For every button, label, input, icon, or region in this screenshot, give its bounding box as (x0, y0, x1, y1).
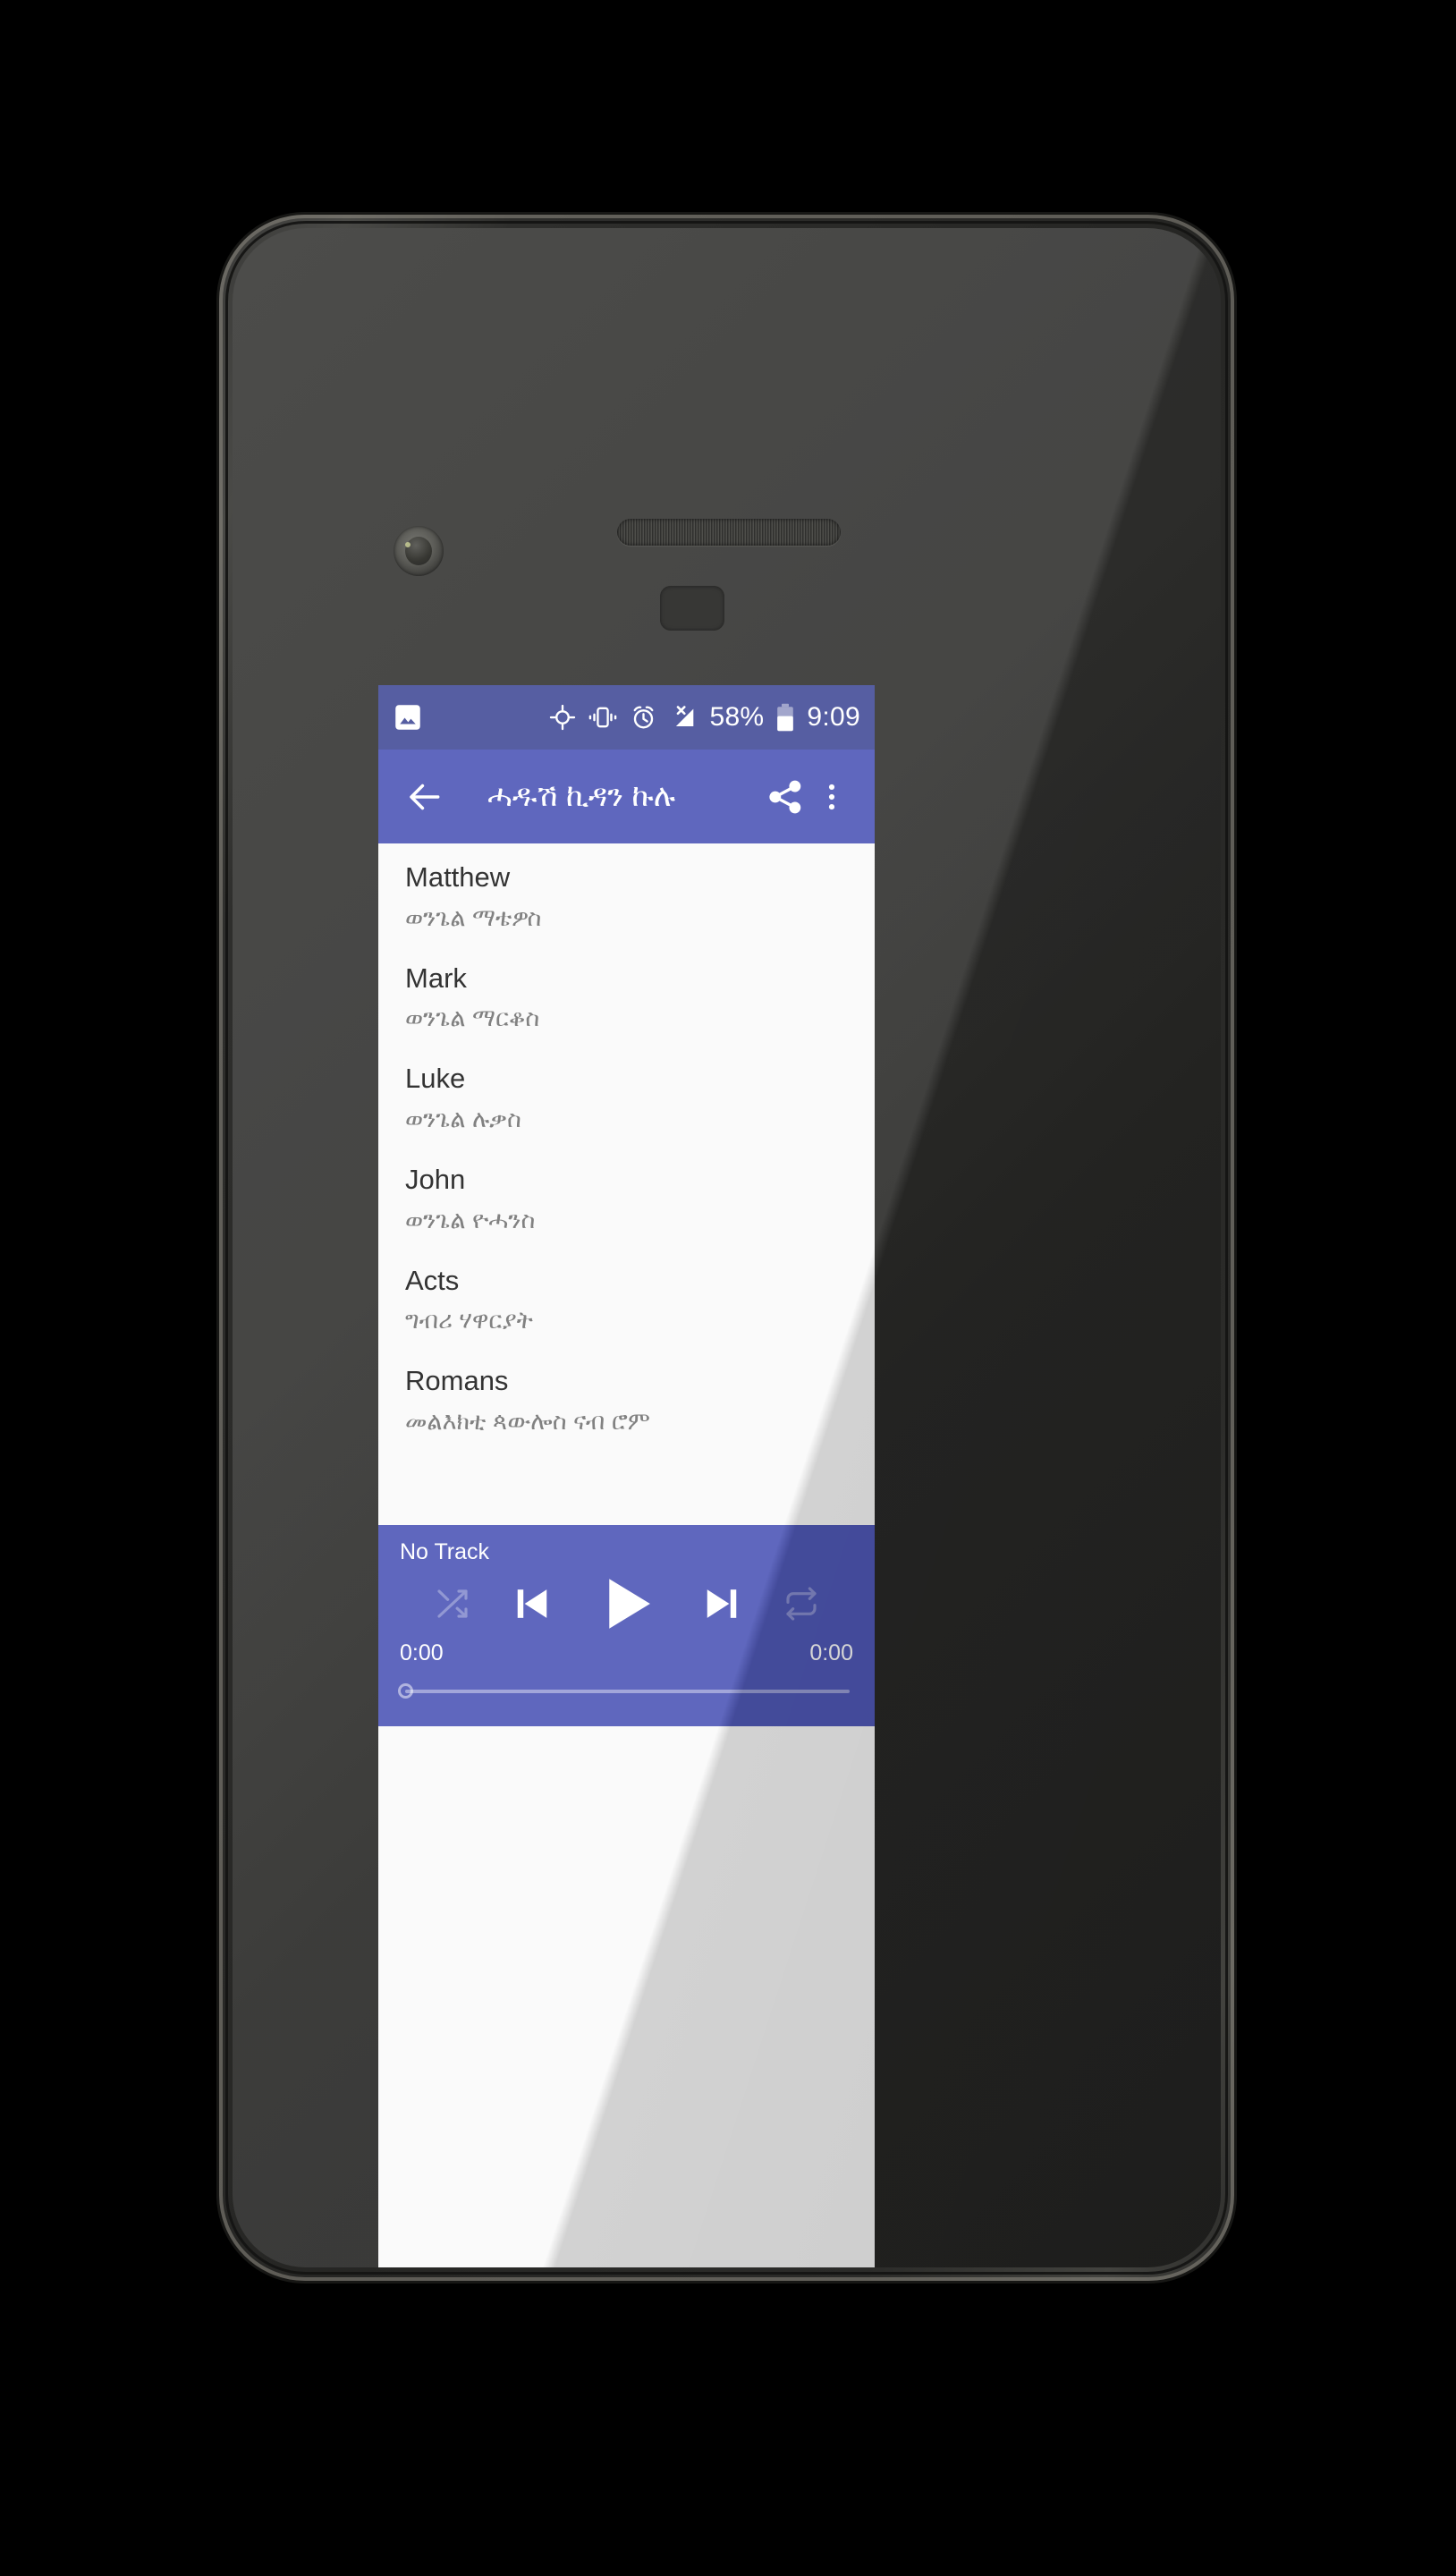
status-bar-clock: 9:09 (807, 702, 860, 732)
front-camera-glint (405, 542, 411, 547)
list-item-title: Matthew (405, 861, 511, 893)
list-item[interactable]: John ወንጌል ዮሓንስ (378, 1146, 875, 1247)
player-track-title: No Track (400, 1539, 490, 1564)
phone-device: 58% 9:09 ሓዱሽ ኪዳን ኩሉ Matthew ወንጌል ማቴዎስ Ma… (219, 215, 1234, 2281)
shuffle-icon (435, 1586, 470, 1622)
previous-button[interactable] (510, 1581, 554, 1626)
list-item-title: Romans (405, 1365, 509, 1397)
battery-icon (775, 703, 795, 732)
book-list[interactable]: Matthew ወንጌል ማቴዎስ Mark ወንጌል ማርቆስ Luke ወን… (378, 843, 875, 1525)
player-total-time: 0:00 (809, 1640, 853, 1665)
image-icon (394, 704, 421, 731)
repeat-button[interactable] (783, 1586, 819, 1622)
phone-screen: 58% 9:09 ሓዱሽ ኪዳን ኩሉ Matthew ወንጌል ማቴዎስ Ma… (378, 685, 875, 2267)
list-item-title: Mark (405, 962, 467, 994)
seekbar-track (405, 1690, 850, 1693)
no-signal-icon (669, 704, 698, 731)
back-arrow-icon (405, 777, 444, 817)
list-item[interactable]: Mark ወንጌል ማርቆስ (378, 944, 875, 1046)
overflow-menu-button[interactable] (812, 770, 851, 824)
battery-percent-label: 58% (709, 702, 765, 732)
list-item-title: John (405, 1164, 466, 1196)
page-title: ሓዱሽ ኪዳን ኩሉ (487, 779, 676, 813)
share-icon (766, 778, 804, 816)
app-bar: ሓዱሽ ኪዳን ኩሉ (378, 750, 875, 843)
skip-previous-icon (510, 1581, 554, 1626)
player-seekbar[interactable] (398, 1683, 855, 1699)
list-item-subtitle: ወንጌል ማቴዎስ (405, 903, 542, 931)
next-button[interactable] (699, 1581, 744, 1626)
earpiece-speaker (617, 519, 841, 546)
list-item[interactable]: Matthew ወንጌል ማቴዎስ (378, 843, 875, 945)
status-bar-notifications (394, 704, 421, 731)
front-camera-lens (405, 537, 432, 565)
list-item[interactable]: Luke ወንጌል ሉቃስ (378, 1045, 875, 1147)
alarm-icon (630, 704, 657, 731)
front-camera (394, 526, 444, 576)
player-elapsed-time: 0:00 (400, 1640, 444, 1665)
back-button[interactable] (398, 770, 452, 824)
list-item-title: Luke (405, 1063, 466, 1095)
player-controls (398, 1569, 855, 1639)
player-bar: No Track 0:00 0:00 (378, 1525, 875, 1726)
repeat-icon (783, 1586, 819, 1622)
list-item-subtitle: መልእክቲ ጳውሎስ ናብ ሮም (405, 1408, 650, 1436)
list-item[interactable]: Acts ግብሪ ሃዋርያት (378, 1246, 875, 1348)
share-button[interactable] (758, 770, 812, 824)
phone-glass-panel: 58% 9:09 ሓዱሽ ኪዳን ኩሉ Matthew ወንጌል ማቴዎስ Ma… (233, 228, 1221, 2267)
skip-next-icon (699, 1581, 744, 1626)
list-item-subtitle: ወንጌል ሉቃስ (405, 1106, 521, 1133)
bottom-blank-area (378, 1726, 875, 1866)
list-item-subtitle: ወንጌል ዮሓንስ (405, 1206, 536, 1233)
status-bar-system-icons: 58% 9:09 (549, 703, 860, 732)
vibrate-icon (588, 704, 618, 731)
list-item-subtitle: ግብሪ ሃዋርያት (405, 1307, 533, 1335)
list-item-subtitle: ወንጌል ማርቆስ (405, 1004, 540, 1032)
play-icon (594, 1571, 660, 1637)
seekbar-thumb[interactable] (398, 1683, 413, 1699)
shuffle-button[interactable] (435, 1586, 470, 1622)
player-time-row: 0:00 0:00 (398, 1640, 855, 1666)
proximity-sensor (660, 586, 724, 631)
list-item[interactable]: Romans መልእክቲ ጳውሎስ ናብ ሮም (378, 1347, 875, 1449)
more-vert-icon (816, 781, 848, 813)
list-item-title: Acts (405, 1264, 460, 1296)
play-button[interactable] (594, 1571, 660, 1637)
status-bar: 58% 9:09 (378, 685, 875, 750)
location-icon (549, 704, 576, 731)
